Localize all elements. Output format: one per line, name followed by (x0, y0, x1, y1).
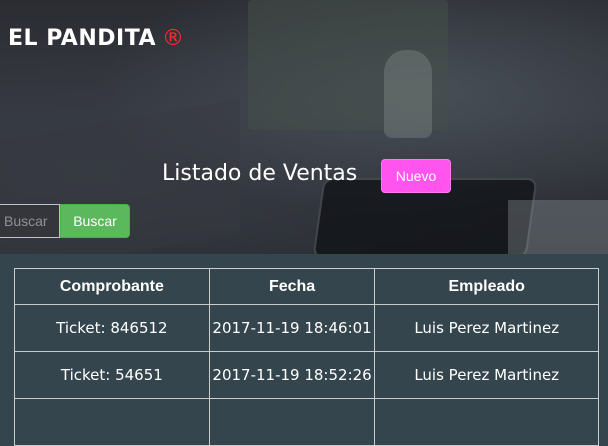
column-header-comprobante: Comprobante (14, 268, 210, 305)
sales-table: Comprobante Fecha Empleado Ticket: 84651… (14, 268, 599, 446)
sales-table-container: Comprobante Fecha Empleado Ticket: 84651… (14, 268, 599, 446)
cell-comprobante: Ticket: 54651 (14, 351, 210, 399)
cell-fecha: 2017-11-19 18:52:26 (208, 351, 376, 399)
search-input[interactable] (0, 204, 60, 238)
background-photo-bottle (384, 50, 432, 138)
cell-comprobante (14, 398, 210, 446)
new-sale-button[interactable]: Nuevo (381, 159, 451, 193)
cell-comprobante: Ticket: 846512 (14, 304, 210, 352)
cell-fecha (208, 398, 376, 446)
cell-empleado: Luis Perez Martinez (374, 304, 599, 352)
table-row[interactable]: Ticket: 846512 2017-11-19 18:46:01 Luis … (14, 304, 599, 352)
cell-fecha: 2017-11-19 18:46:01 (208, 304, 376, 352)
brand-logo[interactable]: EL PANDITA ® (8, 26, 185, 51)
brand-name: EL PANDITA (8, 26, 157, 51)
cell-empleado (374, 398, 599, 446)
table-row[interactable]: Ticket: 54651 2017-11-19 18:52:26 Luis P… (14, 351, 599, 399)
background-photo-keyboard (508, 200, 608, 254)
cell-empleado: Luis Perez Martinez (374, 351, 599, 399)
registered-mark-icon: ® (162, 26, 185, 51)
table-header-row: Comprobante Fecha Empleado (14, 268, 599, 305)
page-header: Listado de Ventas Nuevo (0, 158, 608, 194)
column-header-fecha: Fecha (208, 268, 376, 305)
hero-banner: EL PANDITA ® Listado de Ventas Nuevo Busc… (0, 0, 608, 254)
search-button[interactable]: Buscar (60, 204, 130, 238)
column-header-empleado: Empleado (374, 268, 599, 305)
table-row[interactable] (14, 398, 599, 446)
page-title: Listado de Ventas (162, 161, 358, 186)
